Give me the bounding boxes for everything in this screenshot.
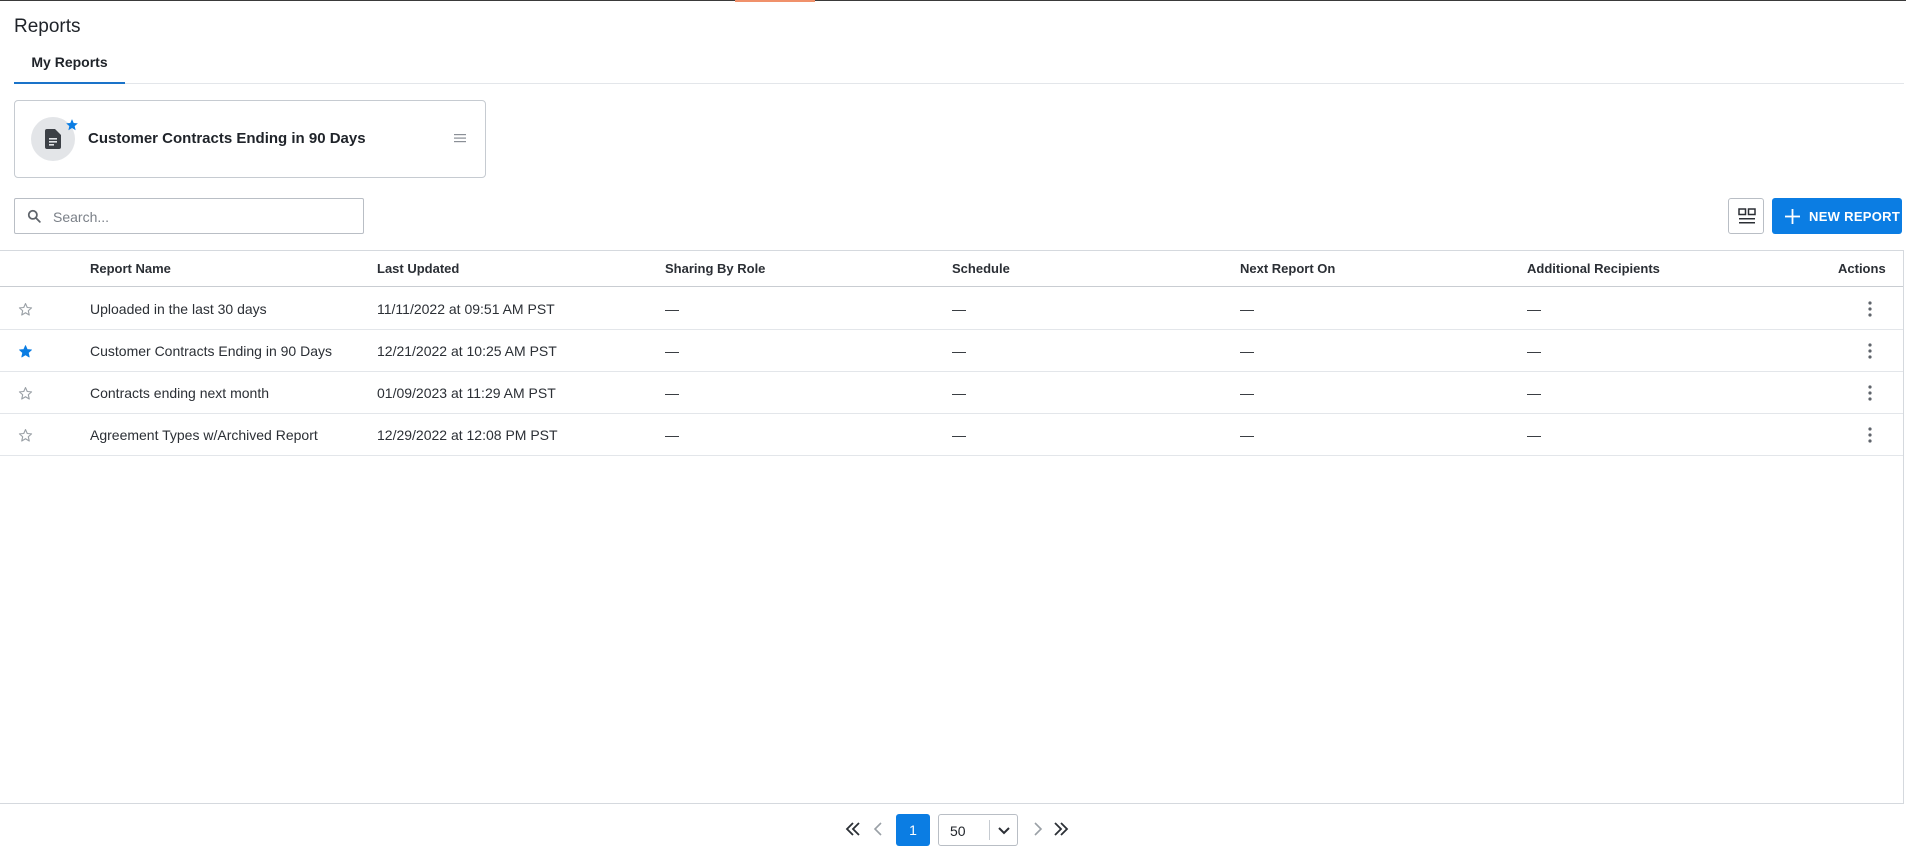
column-header-schedule[interactable]: Schedule — [952, 261, 1010, 276]
schedule: — — [952, 301, 966, 317]
chevron-down-icon — [998, 827, 1010, 835]
column-header-last-updated[interactable]: Last Updated — [377, 261, 459, 276]
next-report-on: — — [1240, 427, 1254, 443]
next-report-on: — — [1240, 301, 1254, 317]
active-tab-indicator — [14, 82, 125, 84]
report-name[interactable]: Uploaded in the last 30 days — [90, 301, 267, 317]
plus-icon — [1785, 209, 1800, 224]
report-name[interactable]: Agreement Types w/Archived Report — [90, 427, 318, 443]
loading-indicator — [735, 0, 815, 2]
more-vertical-icon[interactable] — [1863, 299, 1877, 319]
search-box — [14, 198, 364, 234]
additional-recipients: — — [1527, 427, 1541, 443]
sharing-by-role: — — [665, 301, 679, 317]
column-header-sharing-by-role[interactable]: Sharing By Role — [665, 261, 765, 276]
page-size-select[interactable]: 50 — [938, 814, 1018, 846]
search-input[interactable] — [53, 205, 353, 229]
star-outline-icon[interactable] — [18, 386, 33, 401]
current-page-button[interactable]: 1 — [896, 814, 930, 846]
last-page-icon[interactable] — [1053, 821, 1069, 837]
report-name[interactable]: Customer Contracts Ending in 90 Days — [90, 343, 332, 359]
additional-recipients: — — [1527, 343, 1541, 359]
star-outline-icon[interactable] — [18, 302, 33, 317]
column-header-next-report-on[interactable]: Next Report On — [1240, 261, 1335, 276]
top-border — [0, 0, 1906, 1]
column-header-actions: Actions — [1838, 261, 1886, 276]
star-filled-icon[interactable] — [18, 344, 33, 359]
page-title: Reports — [14, 16, 81, 37]
sharing-by-role: — — [665, 427, 679, 443]
featured-report-title: Customer Contracts Ending in 90 Days — [88, 130, 366, 147]
last-updated: 01/09/2023 at 11:29 AM PST — [377, 385, 556, 401]
table-row[interactable]: Customer Contracts Ending in 90 Days 12/… — [0, 330, 1903, 372]
previous-page-icon[interactable] — [870, 821, 886, 837]
featured-report-card[interactable]: Customer Contracts Ending in 90 Days — [14, 100, 486, 178]
table-row[interactable]: Uploaded in the last 30 days 11/11/2022 … — [0, 288, 1903, 330]
reports-table: Report Name Last Updated Sharing By Role… — [0, 250, 1904, 803]
table-row[interactable]: Contracts ending next month 01/09/2023 a… — [0, 372, 1903, 414]
document-icon — [45, 129, 61, 149]
schedule: — — [952, 343, 966, 359]
sharing-by-role: — — [665, 385, 679, 401]
drag-handle-icon[interactable] — [453, 131, 467, 145]
column-header-additional-recipients[interactable]: Additional Recipients — [1527, 261, 1660, 276]
more-vertical-icon[interactable] — [1863, 341, 1877, 361]
additional-recipients: — — [1527, 385, 1541, 401]
last-updated: 12/29/2022 at 12:08 PM PST — [377, 427, 558, 443]
next-report-on: — — [1240, 343, 1254, 359]
column-header-report-name[interactable]: Report Name — [90, 261, 171, 276]
reports-page: Reports My Reports Customer Contracts En… — [0, 0, 1906, 853]
favorite-star-icon — [66, 119, 78, 131]
more-vertical-icon[interactable] — [1863, 383, 1877, 403]
schedule: — — [952, 385, 966, 401]
page-size-value: 50 — [950, 823, 966, 839]
next-report-on: — — [1240, 385, 1254, 401]
new-report-label: NEW REPORT — [1809, 209, 1901, 224]
tab-my-reports[interactable]: My Reports — [14, 53, 125, 84]
tab-bar: My Reports — [14, 53, 1904, 84]
report-avatar — [31, 117, 78, 161]
report-name[interactable]: Contracts ending next month — [90, 385, 269, 401]
search-icon — [27, 209, 41, 223]
pagination-bar: 1 50 — [0, 803, 1904, 853]
table-header: Report Name Last Updated Sharing By Role… — [0, 251, 1903, 287]
last-updated: 11/11/2022 at 09:51 AM PST — [377, 301, 555, 317]
star-outline-icon[interactable] — [18, 428, 33, 443]
last-updated: 12/21/2022 at 10:25 AM PST — [377, 343, 557, 359]
first-page-icon[interactable] — [845, 821, 861, 837]
table-row[interactable]: Agreement Types w/Archived Report 12/29/… — [0, 414, 1903, 456]
more-vertical-icon[interactable] — [1863, 425, 1877, 445]
additional-recipients: — — [1527, 301, 1541, 317]
next-page-icon[interactable] — [1030, 821, 1046, 837]
card-view-toggle-button[interactable] — [1728, 198, 1764, 234]
schedule: — — [952, 427, 966, 443]
grid-view-icon — [1738, 208, 1756, 224]
select-divider — [989, 820, 990, 840]
new-report-button[interactable]: NEW REPORT — [1772, 198, 1902, 234]
sharing-by-role: — — [665, 343, 679, 359]
